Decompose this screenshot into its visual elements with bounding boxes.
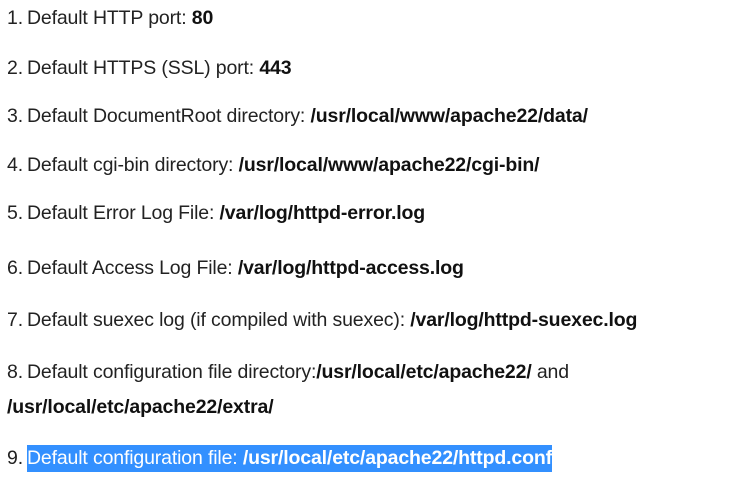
list-item-suexec-log: 7. Default suexec log (if compiled with s… xyxy=(7,305,637,335)
list-item-access-log: 6. Default Access Log File: /var/log/http… xyxy=(7,253,464,283)
item-label: Default Error Log File: xyxy=(26,202,220,224)
list-item-config-file: 9. Default configuration file: /usr/local… xyxy=(7,443,552,473)
list-item-http-port: 1. Default HTTP port: 80 xyxy=(7,3,213,33)
list-item-config-directory: 8. Default configuration file directory:/… xyxy=(7,355,727,425)
item-value: /var/log/httpd-access.log xyxy=(237,257,464,279)
item-label: Default suexec log (if compiled with sue… xyxy=(26,309,411,331)
item-label: Default Access Log File: xyxy=(26,257,238,279)
item-label: Default HTTP port: xyxy=(26,7,192,29)
item-value: /usr/local/www/apache22/data/ xyxy=(310,105,588,127)
item-number: 6. xyxy=(7,257,23,279)
item-value-2: /usr/local/etc/apache22/extra/ xyxy=(7,396,274,418)
item-number: 7. xyxy=(7,309,23,331)
item-value: 80 xyxy=(191,7,214,29)
item-value: /usr/local/etc/apache22/ xyxy=(316,361,532,383)
item-value: 443 xyxy=(259,57,292,79)
item-joiner: and xyxy=(531,361,569,383)
list-item-cgi-bin: 4. Default cgi-bin directory: /usr/local/… xyxy=(7,150,540,180)
item-number: 4. xyxy=(7,154,23,176)
list-item-https-port: 2. Default HTTPS (SSL) port: 443 xyxy=(7,53,292,83)
item-value: /var/log/httpd-suexec.log xyxy=(410,309,638,331)
item-label: Default cgi-bin directory: xyxy=(26,154,239,176)
item-value: /usr/local/etc/apache22/httpd.conf xyxy=(242,447,552,469)
item-label: Default HTTPS (SSL) port: xyxy=(26,57,260,79)
item-number: 8. xyxy=(7,361,23,383)
item-value: /usr/local/www/apache22/cgi-bin/ xyxy=(238,154,540,176)
selected-text[interactable]: Default configuration file: /usr/local/e… xyxy=(26,445,552,472)
item-value: /var/log/httpd-error.log xyxy=(219,202,426,224)
list-item-documentroot: 3. Default DocumentRoot directory: /usr/l… xyxy=(7,101,588,131)
item-number: 9. xyxy=(7,447,23,469)
item-label: Default configuration file: xyxy=(26,447,243,469)
item-label: Default DocumentRoot directory: xyxy=(26,105,311,127)
item-number: 3. xyxy=(7,105,23,127)
item-number: 1. xyxy=(7,7,23,29)
item-label: Default configuration file directory: xyxy=(26,361,317,383)
list-item-error-log: 5. Default Error Log File: /var/log/httpd… xyxy=(7,198,425,228)
item-number: 5. xyxy=(7,202,23,224)
item-number: 2. xyxy=(7,57,23,79)
